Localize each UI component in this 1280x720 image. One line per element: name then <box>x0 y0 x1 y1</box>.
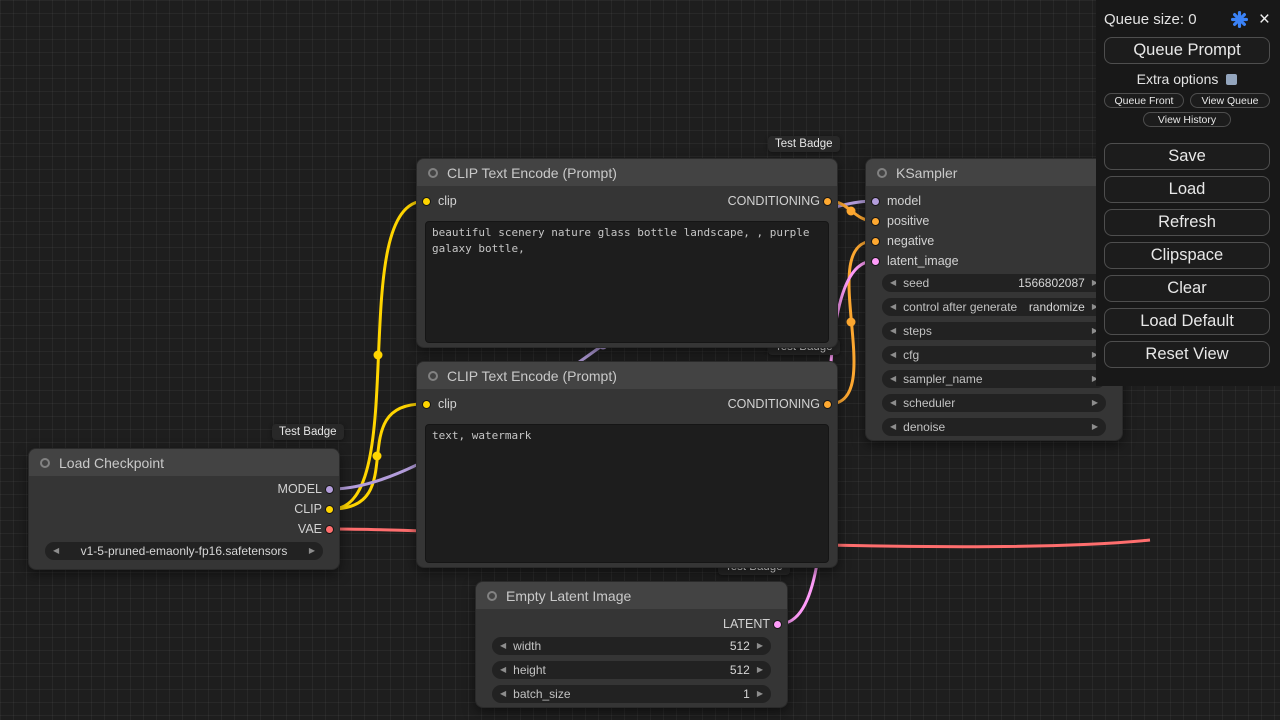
node-titlebar[interactable]: Load Checkpoint <box>29 449 339 476</box>
collapse-dot-icon[interactable] <box>428 370 438 381</box>
output-label-clip: CLIP <box>294 502 322 516</box>
steps-widget[interactable]: ◀ steps ▶ <box>882 322 1106 340</box>
input-dot-clip[interactable] <box>422 197 431 206</box>
output-label-latent: LATENT <box>723 617 770 631</box>
decrement-icon[interactable]: ◀ <box>500 690 506 698</box>
height-widget[interactable]: ◀ height 512 ▶ <box>492 661 771 679</box>
ckpt-name-value: v1-5-pruned-emaonly-fp16.safetensors <box>80 544 288 558</box>
node-title: CLIP Text Encode (Prompt) <box>447 164 617 181</box>
increment-icon[interactable]: ▶ <box>757 666 763 674</box>
comfy-menu: Queue size: 0 × Queue Prompt Extra optio… <box>1096 0 1280 386</box>
settings-gear-icon[interactable] <box>1230 10 1248 28</box>
control-after-generate-widget[interactable]: ◀ control after generate randomize ▶ <box>882 298 1106 316</box>
input-dot-clip[interactable] <box>422 400 431 409</box>
extra-options-checkbox[interactable] <box>1226 73 1238 85</box>
sampler-name-widget[interactable]: ◀ sampler_name ▶ <box>882 370 1106 388</box>
queue-size-label: Queue size: 0 <box>1104 10 1197 28</box>
node-clip-text-encode-negative[interactable]: CLIP Text Encode (Prompt) clip CONDITION… <box>416 361 838 568</box>
increment-icon[interactable]: ▶ <box>757 690 763 698</box>
node-ksampler[interactable]: KSampler model positive negative latent_… <box>865 158 1123 441</box>
node-titlebar[interactable]: KSampler <box>866 159 1122 186</box>
input-label-clip: clip <box>438 397 457 411</box>
increment-icon[interactable]: ▶ <box>757 642 763 650</box>
clipspace-button[interactable]: Clipspace <box>1104 242 1270 269</box>
node-clip-text-encode-positive[interactable]: CLIP Text Encode (Prompt) clip CONDITION… <box>416 158 838 348</box>
scheduler-widget[interactable]: ◀ scheduler ▶ <box>882 394 1106 412</box>
view-history-button[interactable]: View History <box>1143 112 1231 127</box>
decrement-icon[interactable]: ◀ <box>53 547 59 555</box>
width-widget[interactable]: ◀ width 512 ▶ <box>492 637 771 655</box>
input-label-positive: positive <box>887 214 930 228</box>
node-load-checkpoint[interactable]: Load Checkpoint MODEL CLIP VAE ◀ v1-5-pr… <box>28 448 340 570</box>
input-label-negative: negative <box>887 234 935 248</box>
input-dot-negative[interactable] <box>871 237 880 246</box>
node-titlebar[interactable]: CLIP Text Encode (Prompt) <box>417 362 837 389</box>
output-label-model: MODEL <box>277 482 322 496</box>
input-dot-latent-image[interactable] <box>871 257 880 266</box>
output-dot-vae[interactable] <box>325 525 334 534</box>
output-dot-conditioning[interactable] <box>823 400 832 409</box>
load-button[interactable]: Load <box>1104 176 1270 203</box>
decrement-icon[interactable]: ◀ <box>890 399 896 407</box>
output-label-conditioning: CONDITIONING <box>727 194 820 208</box>
output-label-vae: VAE <box>297 522 322 536</box>
node-title: Load Checkpoint <box>59 454 165 471</box>
denoise-widget[interactable]: ◀ denoise ▶ <box>882 418 1106 436</box>
decrement-icon[interactable]: ◀ <box>890 303 896 311</box>
increment-icon[interactable]: ▶ <box>309 547 315 555</box>
output-dot-model[interactable] <box>325 485 334 494</box>
collapse-dot-icon[interactable] <box>877 167 887 178</box>
collapse-dot-icon[interactable] <box>40 457 50 468</box>
output-dot-clip[interactable] <box>325 505 334 514</box>
prompt-textarea[interactable]: beautiful scenery nature glass bottle la… <box>425 221 829 343</box>
node-badge-clip-positive: Test Badge <box>768 136 840 152</box>
refresh-button[interactable]: Refresh <box>1104 209 1270 236</box>
node-empty-latent-image[interactable]: Empty Latent Image LATENT ◀ width 512 ▶ … <box>475 581 788 708</box>
input-dot-positive[interactable] <box>871 217 880 226</box>
decrement-icon[interactable]: ◀ <box>890 375 896 383</box>
node-title: CLIP Text Encode (Prompt) <box>447 367 617 384</box>
reset-view-button[interactable]: Reset View <box>1104 341 1270 368</box>
node-titlebar[interactable]: CLIP Text Encode (Prompt) <box>417 159 837 186</box>
input-label-model: model <box>887 194 922 208</box>
decrement-icon[interactable]: ◀ <box>500 642 506 650</box>
node-canvas[interactable]: Test Badge Test Badge Test Badge Test Ba… <box>0 0 1280 720</box>
decrement-icon[interactable]: ◀ <box>890 279 896 287</box>
decrement-icon[interactable]: ◀ <box>890 327 896 335</box>
extra-options-label: Extra options <box>1136 71 1219 87</box>
save-button[interactable]: Save <box>1104 143 1270 170</box>
increment-icon[interactable]: ▶ <box>1092 399 1098 407</box>
decrement-icon[interactable]: ◀ <box>890 423 896 431</box>
prompt-textarea[interactable]: text, watermark <box>425 424 829 563</box>
input-label-clip: clip <box>438 194 457 208</box>
queue-front-button[interactable]: Queue Front <box>1104 93 1184 108</box>
seed-widget[interactable]: ◀ seed 1566802087 ▶ <box>882 274 1106 292</box>
clear-button[interactable]: Clear <box>1104 275 1270 302</box>
output-dot-conditioning[interactable] <box>823 197 832 206</box>
ckpt-name-widget[interactable]: ◀ v1-5-pruned-emaonly-fp16.safetensors ▶ <box>45 542 323 560</box>
input-dot-model[interactable] <box>871 197 880 206</box>
input-label-latent-image: latent_image <box>887 254 959 268</box>
node-title: KSampler <box>896 164 958 181</box>
decrement-icon[interactable]: ◀ <box>500 666 506 674</box>
collapse-dot-icon[interactable] <box>487 590 497 601</box>
batch-size-widget[interactable]: ◀ batch_size 1 ▶ <box>492 685 771 703</box>
output-dot-latent[interactable] <box>773 620 782 629</box>
output-label-conditioning: CONDITIONING <box>727 397 820 411</box>
increment-icon[interactable]: ▶ <box>1092 423 1098 431</box>
node-title: Empty Latent Image <box>506 587 632 604</box>
cfg-widget[interactable]: ◀ cfg ▶ <box>882 346 1106 364</box>
node-titlebar[interactable]: Empty Latent Image <box>476 582 787 609</box>
collapse-dot-icon[interactable] <box>428 167 438 178</box>
decrement-icon[interactable]: ◀ <box>890 351 896 359</box>
node-badge-load-checkpoint: Test Badge <box>272 424 344 440</box>
load-default-button[interactable]: Load Default <box>1104 308 1270 335</box>
close-icon[interactable]: × <box>1259 10 1270 29</box>
queue-prompt-button[interactable]: Queue Prompt <box>1104 37 1270 64</box>
view-queue-button[interactable]: View Queue <box>1190 93 1270 108</box>
